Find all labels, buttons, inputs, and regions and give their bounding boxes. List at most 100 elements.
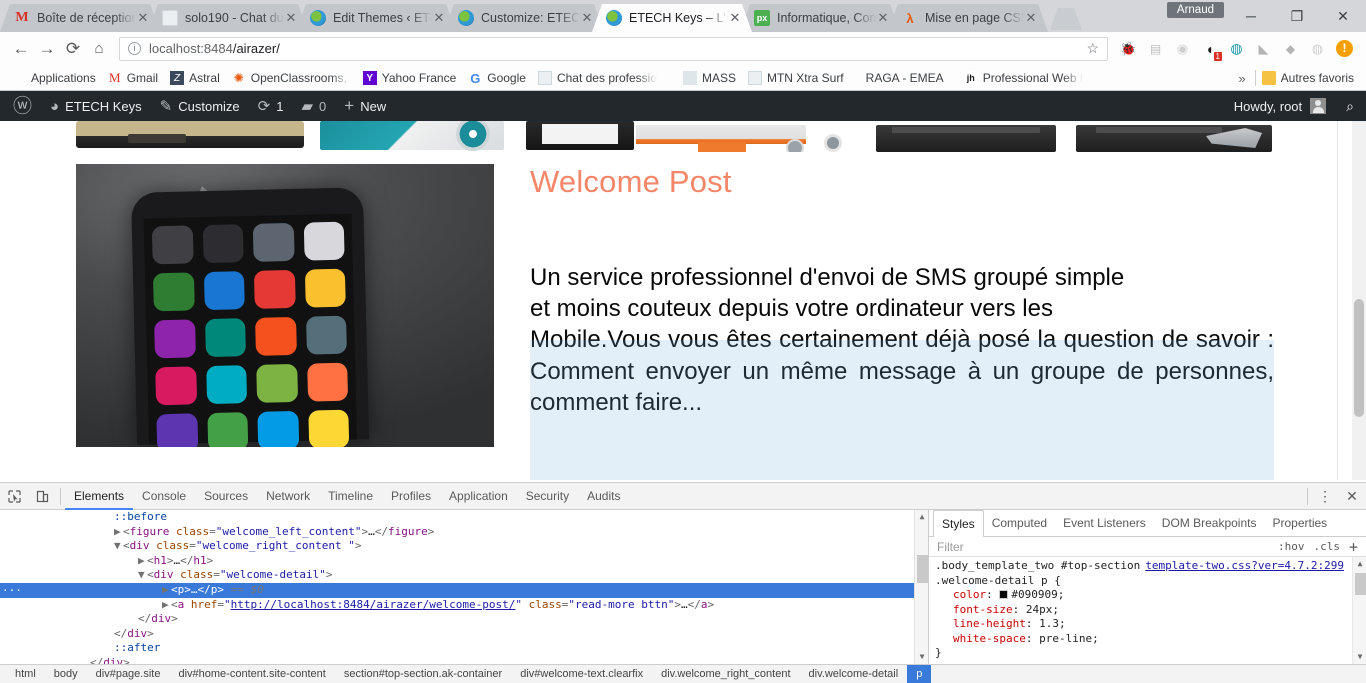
declaration-value[interactable]: 1.3;: [1039, 617, 1066, 630]
style-rule[interactable]: .body_template_two #top-section template…: [929, 559, 1366, 661]
account-menu[interactable]: Howdy, root: [1226, 98, 1334, 114]
browser-tab[interactable]: Edit Themes ‹ ETE ✕: [296, 4, 456, 32]
declaration-value[interactable]: #090909;: [1011, 588, 1064, 601]
bookmarks-overflow-icon[interactable]: »: [1229, 71, 1254, 86]
color-swatch[interactable]: [999, 590, 1009, 600]
breadcrumb-item[interactable]: div#welcome-text.clearfix: [511, 665, 652, 683]
search-icon[interactable]: ⌕: [1334, 98, 1366, 115]
style-declaration[interactable]: white-space: pre-line;: [935, 632, 1362, 647]
droplet-icon[interactable]: ◆: [1277, 37, 1304, 61]
breadcrumb-item[interactable]: section#top-section.ak-container: [335, 665, 511, 683]
circle-outline-icon[interactable]: ◍: [1304, 37, 1331, 61]
style-rule-selector-cont[interactable]: .welcome-detail p {: [935, 574, 1362, 589]
declaration-property[interactable]: font-size: [953, 603, 1013, 616]
devtools-close-icon[interactable]: ✕: [1338, 488, 1366, 505]
breadcrumb-item[interactable]: div#home-content.site-content: [169, 665, 334, 683]
dom-tree-scrollbar[interactable]: ▲ ▼: [914, 510, 928, 665]
style-rule-selector[interactable]: .body_template_two #top-section: [935, 559, 1140, 574]
styles-tab-properties[interactable]: Properties: [1264, 510, 1335, 536]
close-window-button[interactable]: ✕: [1320, 0, 1366, 32]
updates-button[interactable]: ⟳ 1: [249, 91, 293, 121]
bug-icon[interactable]: 🐞: [1115, 37, 1142, 61]
bookmark-raga-emea[interactable]: RAGA - EMEA: [860, 68, 950, 89]
dom-node[interactable]: ▶ <a href="http://localhost:8484/airazer/…: [0, 598, 928, 613]
bookmark-mtn-xtra-surf[interactable]: MTN Xtra Surf: [742, 68, 850, 89]
bookmark-star-icon[interactable]: ☆: [1086, 40, 1099, 57]
home-icon[interactable]: ⌂: [86, 40, 112, 57]
breadcrumb-item[interactable]: body: [45, 665, 87, 683]
toggle-class-button[interactable]: .cls: [1313, 540, 1340, 553]
breadcrumb-item[interactable]: div.welcome-detail: [800, 665, 908, 683]
browser-tab[interactable]: px Informatique, Com ✕: [740, 4, 900, 32]
bookmark-mass[interactable]: MASS: [677, 68, 742, 89]
dom-node[interactable]: ::before: [0, 510, 928, 525]
close-icon[interactable]: ✕: [136, 10, 150, 26]
declaration-property[interactable]: white-space: [953, 632, 1026, 645]
comments-button[interactable]: ▰ 0: [292, 91, 335, 121]
close-icon[interactable]: ✕: [432, 10, 446, 26]
dom-node-more-icon[interactable]: ···: [2, 584, 22, 599]
inspect-element-icon[interactable]: [0, 483, 28, 510]
styles-tab-computed[interactable]: Computed: [984, 510, 1055, 536]
dom-scroll-thumb[interactable]: [917, 555, 928, 583]
dom-node[interactable]: </div>: [0, 656, 928, 664]
bookmark-yahoo-france[interactable]: Y Yahoo France: [357, 68, 463, 89]
styles-tab-styles[interactable]: Styles: [933, 509, 984, 537]
declaration-property[interactable]: color: [953, 588, 986, 601]
close-icon[interactable]: ✕: [1024, 10, 1038, 26]
devtools-tab-elements[interactable]: Elements: [65, 483, 133, 510]
forward-icon[interactable]: →: [34, 39, 60, 59]
devtools-tab-application[interactable]: Application: [440, 483, 517, 510]
dom-node[interactable]: ::after: [0, 641, 928, 656]
bookmark-chat-des-professionnels[interactable]: Chat des professionne: [532, 68, 663, 89]
close-icon[interactable]: ✕: [284, 10, 298, 26]
breadcrumb-item[interactable]: div#page.site: [87, 665, 170, 683]
devtools-tab-security[interactable]: Security: [517, 483, 578, 510]
scroll-up-icon[interactable]: ▲: [915, 510, 928, 524]
scroll-up-icon[interactable]: ▲: [1353, 557, 1366, 571]
browser-tab[interactable]: solo190 - Chat du ✕: [148, 4, 308, 32]
maximize-button[interactable]: ❐: [1274, 0, 1320, 32]
wordpress-logo-button[interactable]: ⓦ: [4, 91, 41, 121]
device-toolbar-icon[interactable]: [28, 483, 56, 510]
style-declaration[interactable]: font-size: 24px;: [935, 603, 1362, 618]
new-style-rule-button[interactable]: +: [1349, 538, 1358, 556]
devtools-tab-timeline[interactable]: Timeline: [319, 483, 382, 510]
scroll-down-icon[interactable]: ▼: [1353, 650, 1366, 664]
declaration-value[interactable]: 24px;: [1026, 603, 1059, 616]
scroll-down-icon[interactable]: ▼: [915, 650, 928, 664]
dom-node-selected[interactable]: ▶ <p>…</p> == $0 ···: [0, 582, 928, 599]
styles-rules-list[interactable]: .body_template_two #top-section template…: [929, 557, 1366, 665]
close-icon[interactable]: ✕: [728, 10, 742, 26]
profile-name-chip[interactable]: Arnaud: [1166, 2, 1224, 18]
devtools-more-icon[interactable]: ⋮: [1312, 488, 1338, 505]
customize-button[interactable]: ✎ Customize: [151, 91, 249, 121]
toggle-hover-state-button[interactable]: :hov: [1278, 540, 1305, 553]
reader-icon[interactable]: ▤: [1142, 37, 1169, 61]
styles-scrollbar[interactable]: ▲ ▼: [1352, 557, 1366, 665]
styles-scroll-thumb[interactable]: [1355, 573, 1366, 596]
bookmark-gmail[interactable]: M Gmail: [102, 68, 164, 89]
reload-icon[interactable]: ⟳: [60, 39, 86, 59]
minimize-button[interactable]: ─: [1228, 0, 1274, 32]
dom-node[interactable]: ▶ <h1>…</h1>: [0, 554, 928, 569]
site-name-button[interactable]: ◕ ETECH Keys: [41, 91, 151, 121]
address-bar[interactable]: i localhost:8484/airazer/ ☆: [119, 36, 1108, 61]
page-scrollbar-track[interactable]: [1352, 121, 1366, 480]
browser-tab[interactable]: λ Mise en page CSS ✕: [888, 4, 1048, 32]
devtools-tab-audits[interactable]: Audits: [578, 483, 629, 510]
close-icon[interactable]: ✕: [580, 10, 594, 26]
browser-tab-active[interactable]: ETECH Keys – L'ét ✕: [592, 4, 752, 32]
styles-filter-input[interactable]: Filter: [937, 540, 964, 554]
style-rule-source-link[interactable]: template-two.css?ver=4.7.2:299: [1145, 559, 1362, 574]
bookmark-google[interactable]: G Google: [462, 68, 532, 89]
close-icon[interactable]: ✕: [876, 10, 890, 26]
bookmark-astral[interactable]: Z Astral: [164, 68, 226, 89]
styles-tab-dom-breakpoints[interactable]: DOM Breakpoints: [1154, 510, 1265, 536]
page-scrollbar-thumb[interactable]: [1354, 299, 1364, 417]
declaration-value[interactable]: pre-line;: [1039, 632, 1099, 645]
style-declaration[interactable]: color: #090909;: [935, 588, 1362, 603]
dom-node[interactable]: ▼ <div class="welcome-detail">: [0, 568, 928, 583]
dom-node[interactable]: </div>: [0, 612, 928, 627]
devtools-tab-console[interactable]: Console: [133, 483, 195, 510]
